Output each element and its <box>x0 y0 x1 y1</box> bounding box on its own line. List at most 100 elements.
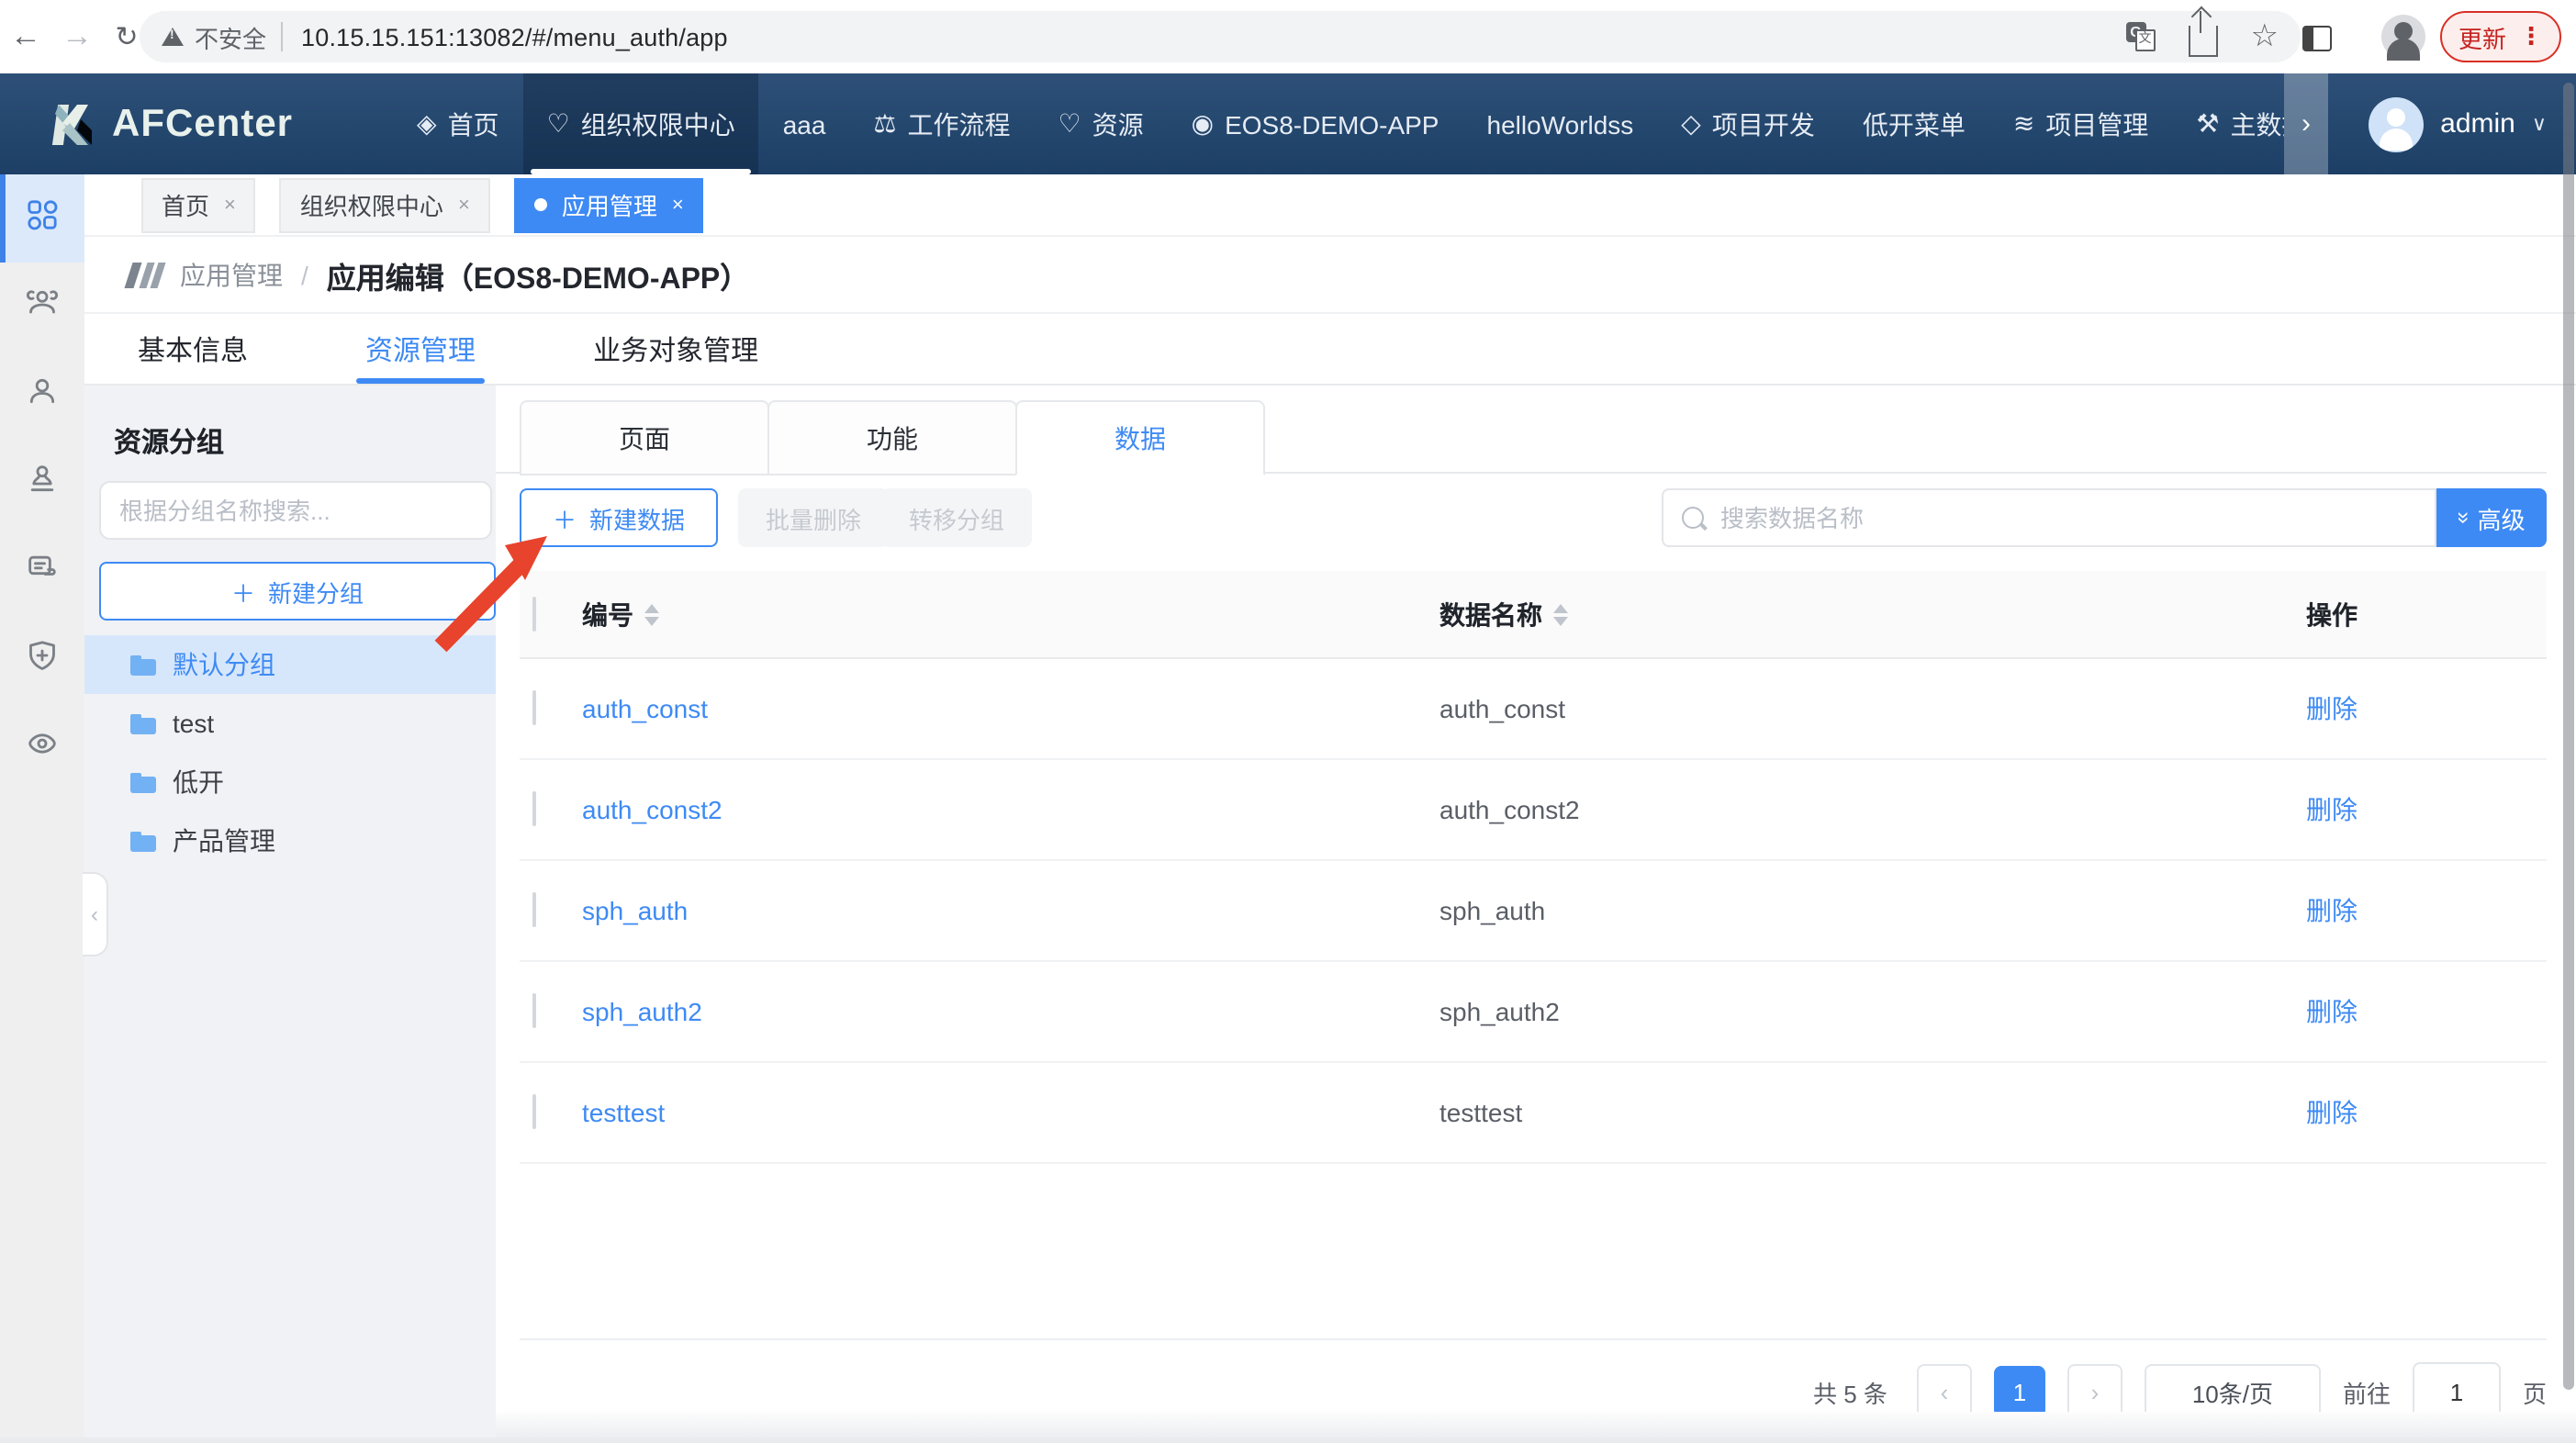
folder-icon <box>130 713 156 733</box>
page-tab-chip[interactable]: 组织权限中心 × <box>280 177 490 232</box>
sort-icon[interactable] <box>644 603 659 625</box>
delete-link[interactable]: 删除 <box>2306 993 2547 1030</box>
select-all-checkbox[interactable] <box>532 596 536 631</box>
main-tab[interactable]: 业务对象管理 <box>589 314 762 384</box>
sidebar-item[interactable] <box>0 527 84 615</box>
table-row: sph_auth2 sph_auth2 删除 <box>520 962 2547 1063</box>
panel-collapse-handle[interactable]: ‹ <box>83 872 108 956</box>
side-panel-icon[interactable] <box>2302 26 2332 51</box>
main-tab[interactable]: 基本信息 <box>134 314 252 384</box>
advanced-search-button[interactable]: » 高级 <box>2436 488 2547 547</box>
navbar-menu-item[interactable]: ⚖︎ 工作流程 <box>849 73 1034 174</box>
resource-type-tab[interactable]: 功能 <box>767 400 1017 475</box>
navbar-menu-item[interactable]: helloWorldss <box>1463 73 1658 174</box>
icon-sidebar <box>0 174 86 1437</box>
data-code-link[interactable]: auth_const2 <box>582 795 1439 824</box>
sidebar-item[interactable] <box>0 263 84 351</box>
navbar-menu-item[interactable]: ◈ 首页 <box>393 73 523 174</box>
user-menu[interactable]: admin ∨ <box>2369 73 2547 174</box>
sort-icon[interactable] <box>1553 603 1568 625</box>
sidebar-item[interactable] <box>0 439 84 527</box>
browser-forward-icon[interactable]: → <box>51 18 103 55</box>
column-header-name[interactable]: 数据名称 <box>1439 596 2306 632</box>
delete-link[interactable]: 删除 <box>2306 791 2547 828</box>
address-bar[interactable]: 不安全 10.15.15.151:13082/#/menu_auth/app G… <box>140 11 2301 62</box>
row-checkbox[interactable] <box>532 993 536 1028</box>
sidebar-item[interactable] <box>0 615 84 703</box>
sidebar-item[interactable] <box>0 351 84 439</box>
navbar-menu-item[interactable]: 低开菜单 <box>1839 73 1989 174</box>
data-search-input[interactable] <box>1717 502 2416 533</box>
page-tab-chip[interactable]: 首页 × <box>141 177 256 232</box>
brand[interactable]: AFCenter <box>51 100 293 148</box>
page-size-select[interactable]: 10条/页 <box>2145 1364 2321 1419</box>
group-list-item[interactable]: 低开 <box>84 753 496 811</box>
batch-delete-button[interactable]: 批量删除 <box>738 488 889 547</box>
navbar-menu-item-label: 主数据管理 <box>2230 106 2284 142</box>
sidebar-item[interactable] <box>0 703 84 791</box>
eye-icon <box>24 724 61 770</box>
resource-group-panel: 资源分组 ＋ 新建分组 默认分组 test <box>84 386 496 1437</box>
navbar-menu-item-label: 项目管理 <box>2045 106 2148 142</box>
group-list-item[interactable]: test <box>84 694 496 753</box>
delete-link[interactable]: 删除 <box>2306 1094 2547 1131</box>
row-checkbox[interactable] <box>532 892 536 927</box>
url-text[interactable]: 10.15.15.151:13082/#/menu_auth/app <box>301 23 2125 50</box>
group-search-input[interactable] <box>99 481 492 540</box>
transfer-group-button[interactable]: 转移分组 <box>881 488 1032 547</box>
bookmark-star-icon[interactable]: ☆ <box>2251 18 2279 55</box>
row-checkbox[interactable] <box>532 690 536 725</box>
column-header-code[interactable]: 编号 <box>582 596 1439 632</box>
delete-link[interactable]: 删除 <box>2306 690 2547 727</box>
browser-profile-avatar[interactable] <box>2381 15 2425 59</box>
navbar-menu-item[interactable]: ◇ 项目开发 <box>1657 73 1839 174</box>
close-icon[interactable]: × <box>672 194 684 216</box>
column-label: 数据名称 <box>1439 596 1542 632</box>
resource-type-tab[interactable]: 数据 <box>1015 400 1265 475</box>
navbar-menu-item[interactable]: ♡ 资源 <box>1035 73 1168 174</box>
resource-type-tab-label: 功能 <box>867 419 918 456</box>
next-page-button[interactable]: › <box>2067 1364 2122 1419</box>
group-list-item[interactable]: 默认分组 <box>84 635 496 694</box>
sidebar-item[interactable] <box>0 174 84 263</box>
resource-content: 页面 功能 数据 ＋ 新建数据 批量删除 转移分组 <box>496 386 2576 1437</box>
browser-menu-dots-icon[interactable]: ⋮ <box>2519 22 2543 51</box>
search-icon <box>1682 507 1704 529</box>
data-code-link[interactable]: sph_auth <box>582 896 1439 925</box>
navbar-menu-item[interactable]: aaa <box>759 73 850 174</box>
current-page-button[interactable]: 1 <box>1994 1366 2045 1417</box>
share-icon[interactable] <box>2189 25 2218 56</box>
data-code-link[interactable]: testtest <box>582 1098 1439 1127</box>
close-icon[interactable]: × <box>224 194 236 216</box>
data-code-link[interactable]: sph_auth2 <box>582 997 1439 1026</box>
user-avatar[interactable] <box>2369 96 2424 151</box>
navbar-menu-item[interactable]: ♡ 组织权限中心 <box>523 73 759 174</box>
browser-update-button[interactable]: 更新 ⋮ <box>2440 11 2561 62</box>
resource-type-tab[interactable]: 页面 <box>520 400 769 475</box>
navbar-menu-item[interactable]: ◉ EOS8-DEMO-APP <box>1168 73 1463 174</box>
row-checkbox[interactable] <box>532 791 536 826</box>
navbar-scroll-right-icon[interactable]: › <box>2284 73 2328 174</box>
data-code-link[interactable]: auth_const <box>582 694 1439 723</box>
page-scrollbar[interactable] <box>2563 83 2574 1390</box>
layers-icon: ≋ <box>2013 108 2034 140</box>
home-icon: ◈ <box>417 108 437 140</box>
navbar-menu-item[interactable]: ⚒︎ 主数据管理 <box>2172 73 2284 174</box>
dev-icon: ◇ <box>1681 108 1701 140</box>
group-list-item[interactable]: 产品管理 <box>84 811 496 870</box>
delete-link[interactable]: 删除 <box>2306 892 2547 929</box>
translate-icon[interactable]: G文 <box>2126 22 2156 51</box>
page-tab-chip[interactable]: 应用管理 × <box>514 177 704 232</box>
prev-page-button[interactable]: ‹ <box>1917 1364 1972 1419</box>
navbar-menu-item[interactable]: ≋ 项目管理 <box>1989 73 2172 174</box>
close-icon[interactable]: × <box>458 194 470 216</box>
breadcrumb-section[interactable]: 应用管理 <box>180 256 283 293</box>
main-tab-label: 资源管理 <box>365 330 476 368</box>
row-checkbox[interactable] <box>532 1094 536 1129</box>
main-tab-label: 业务对象管理 <box>593 330 758 368</box>
new-group-button[interactable]: ＋ 新建分组 <box>99 562 496 621</box>
new-data-button[interactable]: ＋ 新建数据 <box>520 488 718 547</box>
main-tab[interactable]: 资源管理 <box>362 314 479 384</box>
breadcrumb-icon <box>129 262 162 287</box>
browser-back-icon[interactable]: ← <box>0 18 51 55</box>
